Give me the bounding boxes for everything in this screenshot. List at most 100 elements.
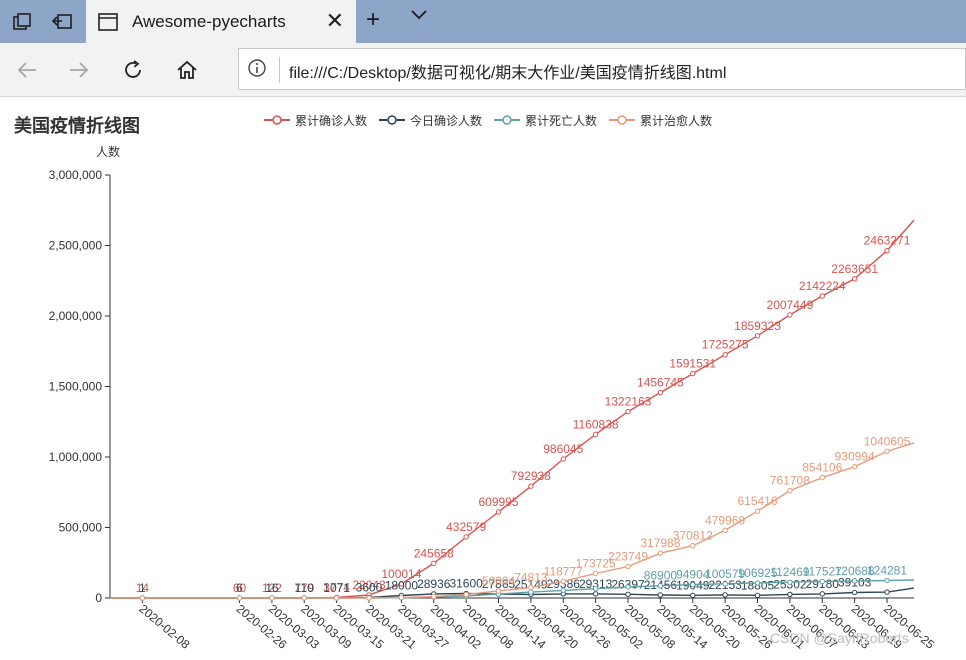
y-tick-label: 500,000 <box>59 521 103 535</box>
data-point <box>690 370 696 377</box>
data-label: 609995 <box>478 495 518 509</box>
forward-icon[interactable] <box>64 55 94 85</box>
address-bar[interactable]: file:///C:/Desktop/数据可视化/期末大作业/美国疫情折线图.h… <box>238 48 966 90</box>
tab-active[interactable]: Awesome-pyecharts ✕ <box>86 0 356 43</box>
x-tick-label: 2020-02-08 <box>136 602 192 652</box>
data-point <box>884 577 890 584</box>
data-label: 792938 <box>511 469 551 483</box>
data-label: 6 <box>236 581 243 595</box>
data-point <box>625 584 631 590</box>
y-tick-label: 1,500,000 <box>49 380 103 394</box>
data-point <box>754 580 761 586</box>
data-point <box>851 578 858 584</box>
data-label: 2142224 <box>799 279 846 293</box>
refresh-icon[interactable] <box>118 55 148 85</box>
data-point <box>690 592 696 599</box>
close-tab-icon[interactable]: ✕ <box>326 8 344 34</box>
data-point <box>787 591 793 598</box>
series-line <box>110 219 915 599</box>
data-point <box>657 583 664 589</box>
data-point <box>722 352 728 358</box>
data-label: 432579 <box>446 520 486 534</box>
data-point <box>592 586 599 592</box>
data-point <box>236 595 243 601</box>
data-point <box>787 312 793 318</box>
data-point <box>690 581 696 588</box>
data-label: 31600 <box>449 577 483 591</box>
data-point <box>819 293 825 299</box>
data-label: 615416 <box>737 494 777 508</box>
data-point <box>851 464 858 470</box>
watermark-text: CSDN @SayIfRoberts <box>770 630 909 646</box>
data-point <box>754 508 761 514</box>
data-point <box>754 592 761 599</box>
data-label: 1591531 <box>669 357 716 371</box>
data-point <box>787 579 793 585</box>
data-point <box>560 578 566 584</box>
data-label: 1456745 <box>637 376 684 390</box>
data-point <box>269 595 275 601</box>
data-label: 223749 <box>608 549 648 563</box>
data-label: 124281 <box>867 563 907 577</box>
data-label: 2463271 <box>864 234 911 248</box>
back-icon[interactable] <box>12 55 42 85</box>
data-label: 1725275 <box>702 338 749 352</box>
data-point <box>787 487 793 494</box>
data-point <box>851 276 858 282</box>
page-icon <box>98 12 118 31</box>
data-label: 370812 <box>673 529 713 543</box>
data-point <box>690 543 696 549</box>
y-tick-label: 1,000,000 <box>49 450 103 464</box>
data-point <box>495 588 502 594</box>
data-label: 1160838 <box>573 417 619 431</box>
data-label: 1071 <box>323 581 350 595</box>
data-label: 245658 <box>414 546 454 560</box>
data-point <box>722 581 728 587</box>
data-point <box>463 534 469 540</box>
data-point <box>495 509 502 515</box>
data-label: 50004 <box>482 574 516 588</box>
set-aside-tabs-icon[interactable] <box>46 6 78 38</box>
address-divider <box>279 57 280 83</box>
data-label: 986045 <box>543 442 583 456</box>
data-point <box>722 527 728 534</box>
data-point <box>528 589 534 595</box>
data-point <box>528 584 534 591</box>
data-point <box>398 594 405 601</box>
data-label: 761708 <box>770 474 810 488</box>
chevron-down-icon[interactable] <box>410 8 428 26</box>
y-axis-label: 人数 <box>96 144 120 159</box>
home-icon[interactable] <box>172 55 202 85</box>
data-label: 2263651 <box>831 262 878 276</box>
data-label: 1 <box>139 581 146 595</box>
data-point <box>139 595 146 601</box>
data-point <box>625 591 631 597</box>
y-tick-label: 3,000,000 <box>49 168 103 182</box>
data-point <box>884 247 890 254</box>
data-label: 28936 <box>417 577 451 591</box>
data-point <box>301 595 307 601</box>
data-label: 18000 <box>385 578 419 592</box>
y-tick-label: 0 <box>95 591 102 605</box>
data-point <box>592 591 599 597</box>
data-point <box>884 589 890 595</box>
data-point <box>722 592 728 598</box>
info-icon[interactable] <box>247 58 267 78</box>
data-label: 1859323 <box>734 319 781 333</box>
data-label: 16 <box>265 581 279 595</box>
data-point <box>657 592 664 598</box>
data-point <box>754 333 761 339</box>
data-point <box>333 595 340 601</box>
tab-strip: Awesome-pyecharts ✕ + <box>0 0 966 43</box>
url-text[interactable]: file:///C:/Desktop/数据可视化/期末大作业/美国疫情折线图.h… <box>289 59 726 83</box>
tab-actions-icon[interactable] <box>6 6 38 38</box>
y-tick-label: 2,000,000 <box>49 309 103 323</box>
data-point <box>560 456 566 462</box>
navigation-bar: file:///C:/Desktop/数据可视化/期末大作业/美国疫情折线图.h… <box>0 43 966 97</box>
data-point <box>560 587 566 594</box>
data-label: 2007449 <box>767 298 814 312</box>
data-point <box>657 550 664 556</box>
data-point <box>431 560 437 567</box>
data-point <box>463 591 469 598</box>
new-tab-icon[interactable]: + <box>366 6 380 34</box>
